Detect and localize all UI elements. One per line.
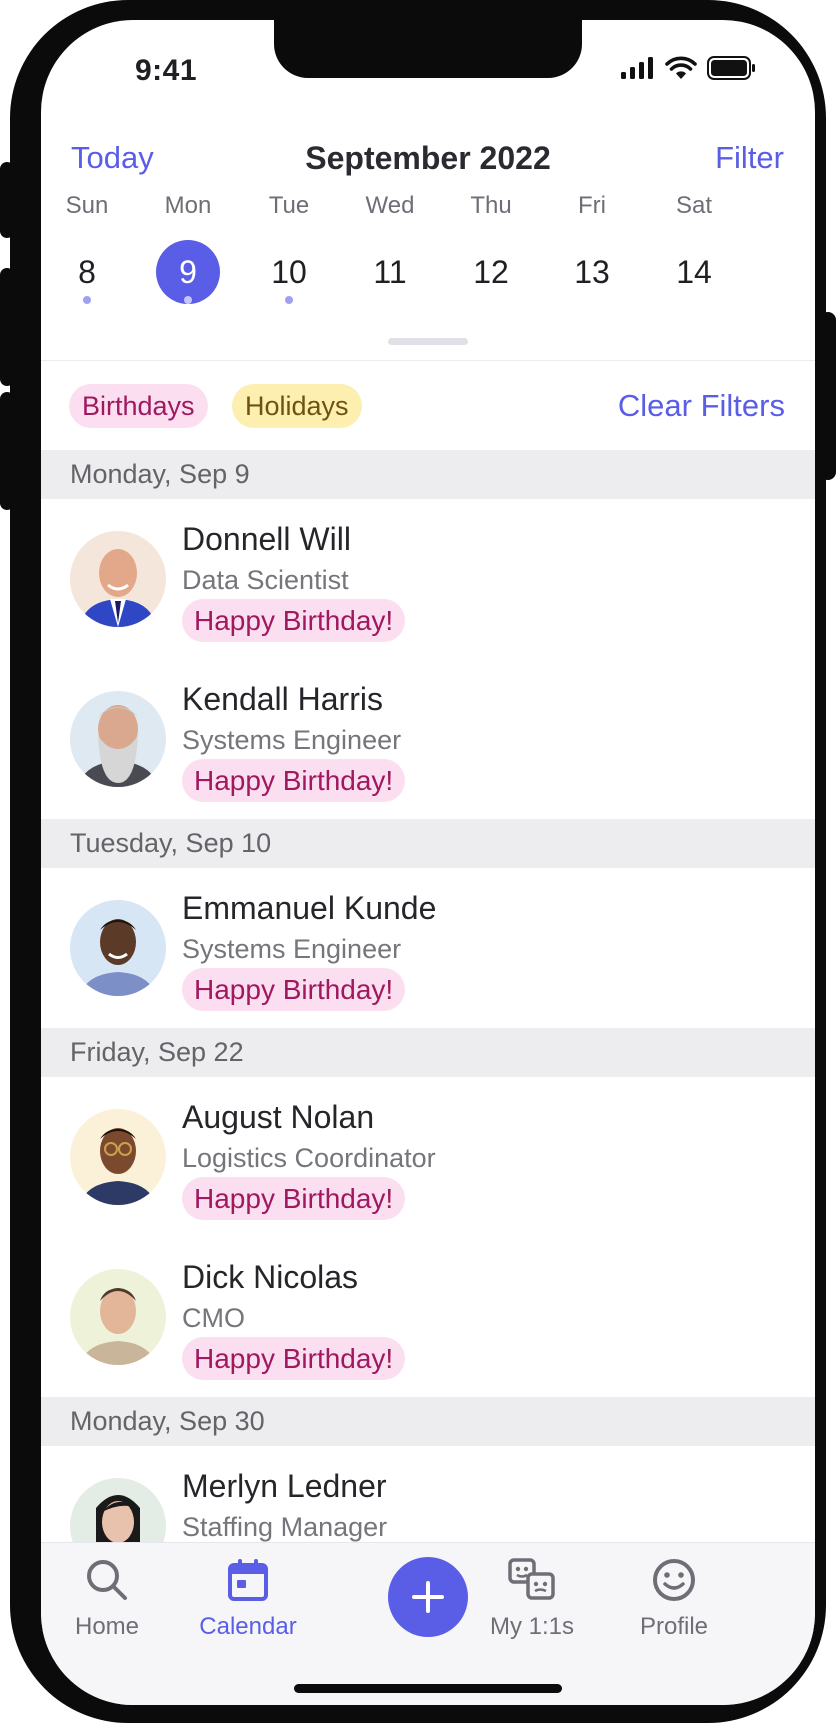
filter-button[interactable]: Filter xyxy=(715,140,784,176)
status-time: 9:41 xyxy=(135,54,198,87)
day-name: Wed xyxy=(365,192,415,219)
tab-calendar-label: Calendar xyxy=(199,1613,297,1640)
person-role: CMO xyxy=(182,1303,245,1333)
tab-my-1on1s[interactable]: My 1:1s xyxy=(467,1557,597,1641)
person-list-item[interactable]: August Nolan Logistics Coordinator Happy B… xyxy=(41,1077,815,1237)
person-list-item[interactable]: Dick Nicolas CMO Happy Birthday! xyxy=(41,1237,815,1397)
drag-handle[interactable] xyxy=(388,338,468,345)
birthday-badge: Happy Birthday! xyxy=(182,1337,406,1380)
tab-calendar[interactable]: Calendar xyxy=(183,1557,313,1641)
date-section-header: Monday, Sep 9 xyxy=(41,450,815,499)
person-name: August Nolan xyxy=(182,1099,375,1135)
wifi-icon xyxy=(665,56,697,79)
day-number-circle: 9 xyxy=(156,240,220,304)
add-button[interactable] xyxy=(388,1557,468,1637)
avatar xyxy=(70,1269,166,1365)
birthday-badge: Happy Birthday! xyxy=(182,1177,406,1220)
month-title: September 2022 xyxy=(305,140,551,176)
tab-home[interactable]: Home xyxy=(42,1557,172,1641)
week-strip: Sun 8 Mon 9 Tue 10 Wed 11 Thu 12 Fri 13 Sat 14 xyxy=(41,192,815,342)
day-number-circle: 12 xyxy=(459,240,523,304)
person-name: Kendall Harris xyxy=(182,681,383,717)
day-number-circle: 13 xyxy=(560,240,624,304)
day-number: 12 xyxy=(473,254,509,290)
person-role: Systems Engineer xyxy=(182,934,402,964)
one-on-one-icon xyxy=(508,1558,555,1600)
day-number: 11 xyxy=(373,254,407,290)
day-number-circle: 8 xyxy=(55,240,119,304)
person-name: Merlyn Ledner xyxy=(182,1468,387,1504)
day-number: 10 xyxy=(271,254,307,290)
signal-icon xyxy=(621,57,653,79)
clear-filters-button[interactable]: Clear Filters xyxy=(618,388,785,424)
day-number: 14 xyxy=(676,254,712,290)
filter-chips: Birthdays Holidays Clear Filters xyxy=(41,384,815,430)
avatar xyxy=(70,900,166,996)
day-name: Thu xyxy=(470,192,512,219)
avatar xyxy=(70,691,166,787)
screen: 9:41 Today September 2022 Filter Sun 8 M… xyxy=(41,20,815,1705)
day-name: Fri xyxy=(578,192,606,219)
event-list: Monday, Sep 9 Donnell Will Data Scientist H… xyxy=(41,450,815,1606)
day-name: Tue xyxy=(268,192,310,219)
volume-down-button xyxy=(0,392,14,510)
event-dot xyxy=(285,296,293,304)
tab-profile-label: Profile xyxy=(639,1613,709,1640)
date-section-header: Friday, Sep 22 xyxy=(41,1028,815,1077)
tab-home-label: Home xyxy=(74,1613,140,1640)
event-dot xyxy=(184,296,192,304)
mute-switch xyxy=(0,162,14,238)
volume-up-button xyxy=(0,268,14,386)
calendar-icon xyxy=(228,1559,268,1601)
day-name: Sun xyxy=(65,192,109,219)
day-number-circle: 11 xyxy=(358,240,422,304)
person-name: Dick Nicolas xyxy=(182,1259,359,1295)
phone-frame: 9:41 Today September 2022 Filter Sun 8 M… xyxy=(0,0,836,1723)
power-button xyxy=(820,312,836,480)
avatar xyxy=(70,1109,166,1205)
day-name: Mon xyxy=(164,192,212,219)
day-number-circle: 14 xyxy=(662,240,726,304)
person-list-item[interactable]: Donnell Will Data Scientist Happy Birthday… xyxy=(41,499,815,659)
tab-bar: Home Calendar My 1:1s Profile xyxy=(41,1542,815,1705)
home-indicator xyxy=(294,1684,562,1693)
notch xyxy=(274,20,582,78)
smiley-icon xyxy=(653,1559,695,1601)
person-role: Staffing Manager xyxy=(182,1512,388,1542)
tab-my-1on1s-label: My 1:1s xyxy=(489,1613,575,1640)
chip-holidays[interactable]: Holidays xyxy=(232,384,362,428)
person-role: Systems Engineer xyxy=(182,725,402,755)
day-number: 9 xyxy=(179,254,197,290)
person-list-item[interactable]: Kendall Harris Systems Engineer Happy Birt… xyxy=(41,659,815,819)
person-role: Data Scientist xyxy=(182,565,349,595)
person-role: Logistics Coordinator xyxy=(182,1143,436,1173)
day-number-circle: 10 xyxy=(257,240,321,304)
day-name: Sat xyxy=(675,192,713,219)
person-name: Emmanuel Kunde xyxy=(182,890,437,926)
day-number: 8 xyxy=(78,254,96,290)
birthday-badge: Happy Birthday! xyxy=(182,759,406,802)
tab-profile[interactable]: Profile xyxy=(609,1557,739,1641)
date-section-header: Monday, Sep 30 xyxy=(41,1397,815,1446)
status-icons xyxy=(621,56,757,80)
avatar xyxy=(70,531,166,627)
person-list-item[interactable]: Emmanuel Kunde Systems Engineer Happy Birt… xyxy=(41,868,815,1028)
day-number: 13 xyxy=(574,254,610,290)
event-dot xyxy=(83,296,91,304)
birthday-badge: Happy Birthday! xyxy=(182,968,406,1011)
person-name: Donnell Will xyxy=(182,521,351,557)
divider xyxy=(41,360,815,361)
chip-birthdays[interactable]: Birthdays xyxy=(69,384,208,428)
birthday-badge: Happy Birthday! xyxy=(182,599,406,642)
date-section-header: Tuesday, Sep 10 xyxy=(41,819,815,868)
battery-icon xyxy=(707,56,755,80)
search-icon xyxy=(87,1560,127,1600)
calendar-header: Today September 2022 Filter xyxy=(41,130,815,178)
